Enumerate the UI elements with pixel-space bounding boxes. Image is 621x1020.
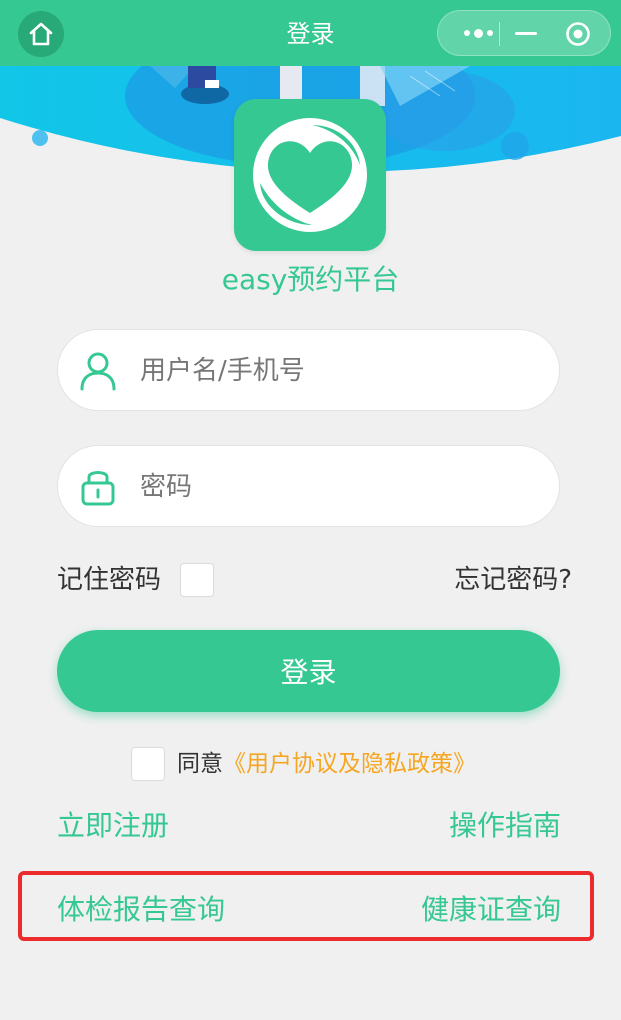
register-link[interactable]: 立即注册 <box>57 808 169 844</box>
forgot-password-link[interactable]: 忘记密码? <box>454 563 572 597</box>
password-field[interactable] <box>57 445 560 527</box>
capsule-divider <box>499 22 500 46</box>
app-name: easy预约平台 <box>221 263 400 296</box>
nav-bar: 登录 <box>0 0 621 66</box>
lock-icon <box>81 471 115 506</box>
more-dots-icon[interactable] <box>456 22 500 44</box>
health-cert-query-link[interactable]: 健康证查询 <box>421 892 561 928</box>
login-button[interactable]: 登录 <box>57 630 560 712</box>
agreement-checkbox[interactable] <box>131 747 165 781</box>
username-field[interactable] <box>57 329 560 411</box>
user-icon <box>80 352 116 391</box>
remember-password-checkbox[interactable] <box>180 563 214 597</box>
agreement-prefix: 同意 <box>177 751 223 777</box>
capsule-menu <box>437 10 611 56</box>
remember-password-label: 记住密码 <box>57 565 162 595</box>
policy-link[interactable]: 《用户协议及隐私政策》 <box>223 751 476 777</box>
guide-link[interactable]: 操作指南 <box>449 808 561 844</box>
agreement-text: 同意《用户协议及隐私政策》 <box>177 748 476 780</box>
target-close-icon[interactable] <box>565 21 591 47</box>
password-input[interactable] <box>138 466 542 508</box>
minimize-icon[interactable] <box>511 22 541 44</box>
heart-logo-icon <box>253 118 367 232</box>
report-query-link[interactable]: 体检报告查询 <box>57 892 225 928</box>
username-input[interactable] <box>138 350 542 392</box>
app-logo <box>234 99 386 251</box>
